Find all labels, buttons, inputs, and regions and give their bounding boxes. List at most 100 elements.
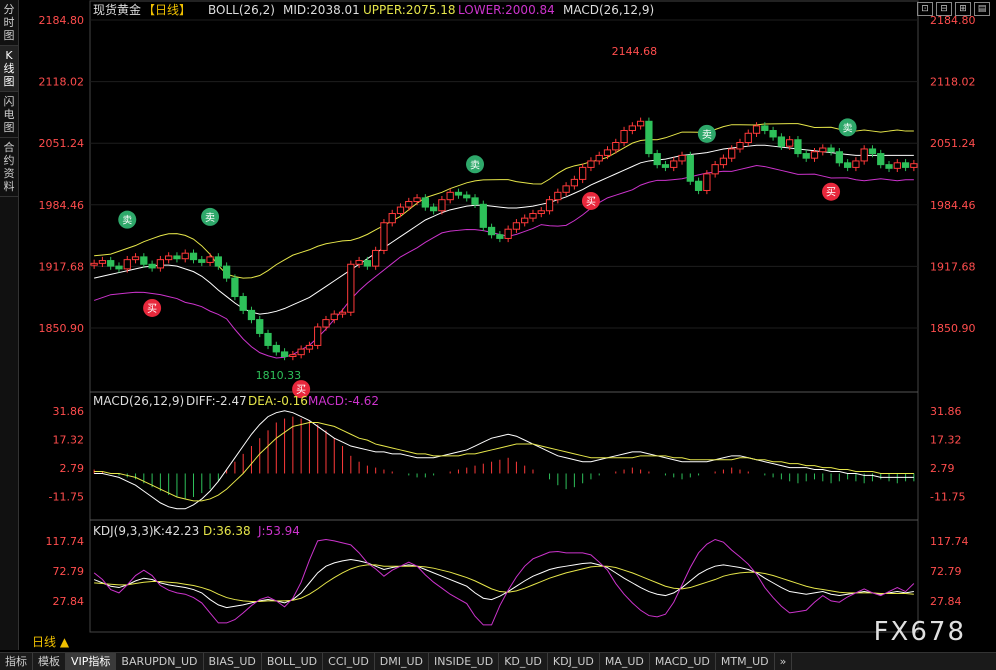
candle-body: [388, 213, 396, 224]
kdj-axis-label-right: 117.74: [930, 535, 969, 548]
candle-body: [678, 154, 686, 162]
candle-body: [471, 197, 479, 205]
sidebar-item-1[interactable]: K线图: [0, 46, 18, 92]
candle-body: [703, 173, 711, 191]
candle-body: [173, 255, 181, 260]
candle-body: [429, 206, 438, 212]
price-axis-label-right: 1917.68: [930, 260, 976, 273]
tab-0[interactable]: 指标: [0, 653, 33, 670]
tab-1[interactable]: 模板: [33, 653, 66, 670]
candle-body: [479, 203, 487, 228]
signal-sell-label: 卖: [122, 215, 132, 227]
candle-body: [620, 130, 628, 143]
price-axis-label-right: 2051.24: [930, 137, 976, 150]
candle-body: [910, 163, 918, 168]
tab-10[interactable]: KDJ_UD: [548, 653, 600, 670]
tab-11[interactable]: MA_UD: [600, 653, 650, 670]
candle-body: [868, 148, 877, 155]
candle-body: [537, 210, 545, 215]
kdj-axis-label-left: 72.79: [53, 565, 85, 578]
candle-body: [140, 256, 148, 265]
candle-body: [239, 296, 247, 311]
candle-body: [314, 326, 322, 346]
candle-body: [694, 180, 703, 191]
candle-body: [636, 120, 645, 127]
candle-body: [247, 309, 256, 321]
tab-13[interactable]: MTM_UD: [716, 653, 775, 670]
macd-dea-line: [94, 421, 914, 502]
candle-body: [107, 260, 115, 267]
candle-body: [686, 154, 694, 182]
price-axis-label-left: 1850.90: [39, 322, 85, 335]
candle-body: [802, 153, 810, 159]
chart-area[interactable]: 2184.80 2184.802118.02 2118.022051.24 2051.…: [18, 0, 996, 634]
candle-body: [355, 260, 363, 265]
sidebar-item-2[interactable]: 闪电图: [0, 92, 18, 138]
candle-body: [719, 157, 728, 166]
macd-axis-label-right: 17.32: [930, 434, 962, 447]
window-button-0[interactable]: ⊡: [917, 2, 933, 16]
high-annotation: 2144.68: [612, 45, 658, 58]
tab-14[interactable]: »: [775, 653, 793, 670]
tab-5[interactable]: BOLL_UD: [262, 653, 324, 670]
tab-8[interactable]: INSIDE_UD: [429, 653, 500, 670]
candle-body: [189, 252, 198, 261]
sidebar-item-0[interactable]: 分时图: [0, 0, 18, 46]
main-header-0: 现货黄金: [93, 2, 141, 17]
period-selector[interactable]: 日线 ▲: [18, 634, 102, 650]
window-button-3[interactable]: ▤: [974, 2, 990, 16]
candle-body: [413, 197, 421, 203]
tab-2[interactable]: VIP指标: [66, 653, 117, 670]
boll-upper-line: [94, 123, 914, 279]
tab-3[interactable]: BARUPDN_UD: [116, 653, 204, 670]
signal-buy-label: 买: [586, 196, 596, 208]
main-header-5: LOWER:2000.84: [458, 3, 555, 17]
candle-body: [794, 139, 802, 155]
candle-body: [579, 166, 587, 180]
candle-body: [396, 206, 405, 215]
kdj-k-line: [93, 559, 914, 609]
candle-body: [786, 139, 794, 147]
candle-body: [562, 185, 570, 193]
candle-body: [131, 256, 140, 261]
tab-12[interactable]: MACD_UD: [650, 653, 716, 670]
candle-body: [181, 252, 189, 260]
tab-6[interactable]: CCI_UD: [323, 653, 375, 670]
window-button-2[interactable]: ⊞: [955, 2, 971, 16]
sidebar-item-3[interactable]: 合约资料: [0, 138, 18, 197]
tab-9[interactable]: KD_UD: [499, 653, 548, 670]
candle-body: [372, 249, 380, 267]
price-axis-label-left: 2184.80: [39, 14, 85, 27]
candle-body: [769, 130, 777, 138]
candle-body: [272, 344, 280, 353]
main-header-4: UPPER:2075.18: [363, 3, 455, 17]
candle-body: [645, 120, 653, 155]
signal-sell-label: 卖: [470, 159, 480, 171]
candle-body: [653, 153, 661, 166]
signal-sell-label: 卖: [843, 122, 853, 134]
price-axis-label-left: 1984.46: [39, 199, 85, 212]
price-axis-label-left: 2118.02: [39, 76, 85, 89]
candle-body: [901, 162, 910, 168]
tab-7[interactable]: DMI_UD: [375, 653, 430, 670]
price-axis-label-right: 1984.46: [930, 199, 976, 212]
candle-body: [661, 164, 670, 168]
macd-axis-label-left: -11.75: [49, 491, 84, 504]
candle-body: [810, 151, 819, 159]
kdj-header-0: KDJ(9,3,3): [93, 524, 154, 538]
candle-body: [728, 148, 736, 159]
candle-body: [877, 153, 885, 166]
window-button-1[interactable]: ⊟: [936, 2, 952, 16]
signal-sell-label: 卖: [205, 212, 215, 224]
candle-body: [165, 255, 173, 261]
candle-body: [529, 213, 537, 219]
candle-body: [380, 222, 388, 251]
candle-body: [554, 191, 562, 201]
kdj-axis-label-left: 27.84: [53, 595, 85, 608]
tab-4[interactable]: BIAS_UD: [204, 653, 262, 670]
kdj-axis-label-right: 27.84: [930, 595, 962, 608]
signal-sell-label: 卖: [702, 129, 712, 141]
candle-body: [446, 191, 454, 201]
candle-body: [198, 259, 206, 263]
candle-body: [330, 313, 338, 321]
